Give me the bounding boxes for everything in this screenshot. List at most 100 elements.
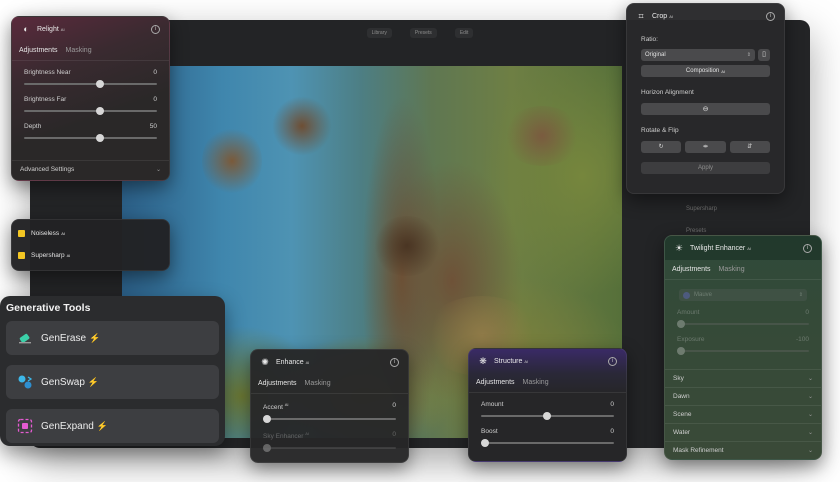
- chevron-down-icon: ⌄: [807, 430, 813, 436]
- sky-enhancer-slider[interactable]: [263, 444, 396, 453]
- ai-badge: AI: [66, 253, 71, 258]
- slider-label: Boost: [481, 428, 498, 435]
- composition-button[interactable]: Composition AI: [641, 65, 770, 77]
- tab-adjustments[interactable]: Adjustments: [476, 379, 515, 386]
- ai-badge: AI: [305, 431, 310, 437]
- twilight-amount-slider[interactable]: [677, 320, 809, 328]
- tab-adjustments[interactable]: Adjustments: [258, 380, 297, 387]
- composition-label: Composition: [685, 68, 720, 74]
- noiseless-item[interactable]: Noiseless AI: [18, 230, 65, 237]
- edit-tab[interactable]: Edit: [454, 28, 474, 38]
- supersharp-label: Supersharp: [31, 252, 65, 259]
- horizon-label: Horizon Alignment: [641, 89, 694, 96]
- noiseless-icon: [18, 230, 25, 237]
- orientation-icon[interactable]: ▯: [758, 49, 770, 61]
- brightness-far-slider[interactable]: [24, 107, 157, 115]
- genswap-button[interactable]: GenSwap ⚡: [6, 365, 219, 399]
- slider-label: Depth: [24, 123, 42, 130]
- section-water[interactable]: Water ⌄: [665, 423, 821, 441]
- eraser-icon: [17, 330, 33, 346]
- apply-button[interactable]: Apply: [641, 162, 770, 174]
- twilight-header: ☀ Twilight Enhancer AI i: [665, 236, 821, 260]
- tab-masking[interactable]: Masking: [523, 379, 549, 386]
- genexpand-label: GenExpand: [41, 420, 94, 432]
- section-label: Dawn: [673, 393, 690, 400]
- accent-slider[interactable]: [263, 415, 396, 424]
- crop-icon: ⌗: [638, 10, 644, 21]
- preset-swatch: [683, 291, 690, 299]
- slider-value[interactable]: 0: [610, 401, 614, 408]
- amount-slider[interactable]: [481, 412, 614, 420]
- slider-value[interactable]: 0: [153, 96, 157, 103]
- advanced-settings-section[interactable]: Advanced Settings ⌄: [12, 160, 169, 178]
- rotate-icon[interactable]: ↻: [641, 141, 682, 153]
- relight-title: Relight: [37, 25, 59, 33]
- tab-adjustments[interactable]: Adjustments: [672, 266, 711, 273]
- sky-enhancer-control: Sky Enhancer AI 0: [251, 431, 408, 453]
- slider-label: Brightness Near: [24, 69, 71, 76]
- brightness-near-control: Brightness Near 0: [12, 69, 169, 88]
- twilight-tabs: Adjustments Masking: [665, 260, 821, 280]
- section-label: Sky: [673, 375, 684, 382]
- slider-value[interactable]: 0: [610, 428, 614, 435]
- exposure-slider[interactable]: [677, 347, 809, 355]
- bg-side-item: Presets: [686, 228, 707, 234]
- rotate-flip-row: ↻ ⇹ ⇵: [641, 141, 770, 153]
- mini-tools-panel: Noiseless AI Supersharp AI: [11, 219, 170, 271]
- tab-masking[interactable]: Masking: [305, 380, 331, 387]
- tab-masking[interactable]: Masking: [66, 47, 92, 54]
- genexpand-button[interactable]: GenExpand ⚡: [6, 409, 219, 443]
- section-dawn[interactable]: Dawn ⌄: [665, 387, 821, 405]
- brightness-near-slider[interactable]: [24, 80, 157, 88]
- info-icon[interactable]: i: [608, 356, 617, 366]
- relight-header: ◐ Relight AI i: [12, 17, 169, 41]
- section-mask-refinement[interactable]: Mask Refinement ⌄: [665, 441, 821, 459]
- slider-label: Amount: [481, 401, 504, 408]
- depth-slider[interactable]: [24, 134, 157, 142]
- ai-badge: AI: [669, 13, 673, 19]
- structure-tabs: Adjustments Masking: [469, 373, 626, 393]
- ratio-select[interactable]: Original ⇕: [641, 49, 755, 61]
- generase-button[interactable]: GenErase ⚡: [6, 321, 219, 355]
- expand-icon: [17, 418, 33, 434]
- structure-header: ❋ Structure AI i: [469, 349, 626, 373]
- info-icon[interactable]: i: [766, 11, 775, 21]
- info-icon[interactable]: i: [803, 243, 812, 253]
- level-icon: ⊖: [702, 106, 709, 113]
- slider-value[interactable]: 0: [153, 69, 157, 76]
- structure-icon: ❋: [479, 355, 487, 366]
- rotate-label: Rotate & Flip: [641, 127, 679, 134]
- ai-badge: AI: [524, 358, 529, 364]
- crop-title: Crop: [652, 12, 668, 20]
- horizon-button[interactable]: ⊖: [641, 103, 770, 115]
- slider-value[interactable]: 0: [392, 402, 396, 411]
- slider-value[interactable]: 0: [392, 431, 396, 440]
- amount-control: Amount 0: [469, 401, 626, 420]
- exposure-control: Exposure -100: [665, 336, 821, 355]
- boost-slider[interactable]: [481, 439, 614, 447]
- enhance-tabs: Adjustments Masking: [251, 374, 408, 394]
- slider-value[interactable]: 0: [805, 309, 809, 316]
- slider-value[interactable]: -100: [796, 336, 809, 343]
- flip-horizontal-icon[interactable]: ⇹: [685, 141, 726, 153]
- slider-label: Accent: [263, 404, 283, 412]
- flip-vertical-icon[interactable]: ⇵: [729, 141, 770, 153]
- chevron-updown-icon: ⇕: [798, 292, 803, 298]
- tab-masking[interactable]: Masking: [719, 266, 745, 273]
- relight-panel: ◐ Relight AI i Adjustments Masking Brigh…: [11, 16, 170, 181]
- chevron-updown-icon: ⇕: [746, 52, 751, 58]
- twilight-enhancer-panel: ☀ Twilight Enhancer AI i Adjustments Mas…: [664, 235, 822, 460]
- presets-tab[interactable]: Presets: [409, 28, 437, 38]
- supersharp-item[interactable]: Supersharp AI: [18, 252, 70, 259]
- preset-select[interactable]: Mauve ⇕: [679, 289, 807, 301]
- section-scene[interactable]: Scene ⌄: [665, 405, 821, 423]
- enhance-header: ✺ Enhance AI i: [251, 350, 408, 374]
- info-icon[interactable]: i: [151, 24, 160, 34]
- tab-adjustments[interactable]: Adjustments: [19, 47, 58, 54]
- slider-value[interactable]: 50: [150, 123, 157, 130]
- chevron-down-icon: ⌄: [807, 448, 813, 454]
- ai-badge: AI: [747, 245, 752, 251]
- section-sky[interactable]: Sky ⌄: [665, 369, 821, 387]
- library-tab[interactable]: Library: [366, 28, 392, 38]
- info-icon[interactable]: i: [390, 357, 399, 367]
